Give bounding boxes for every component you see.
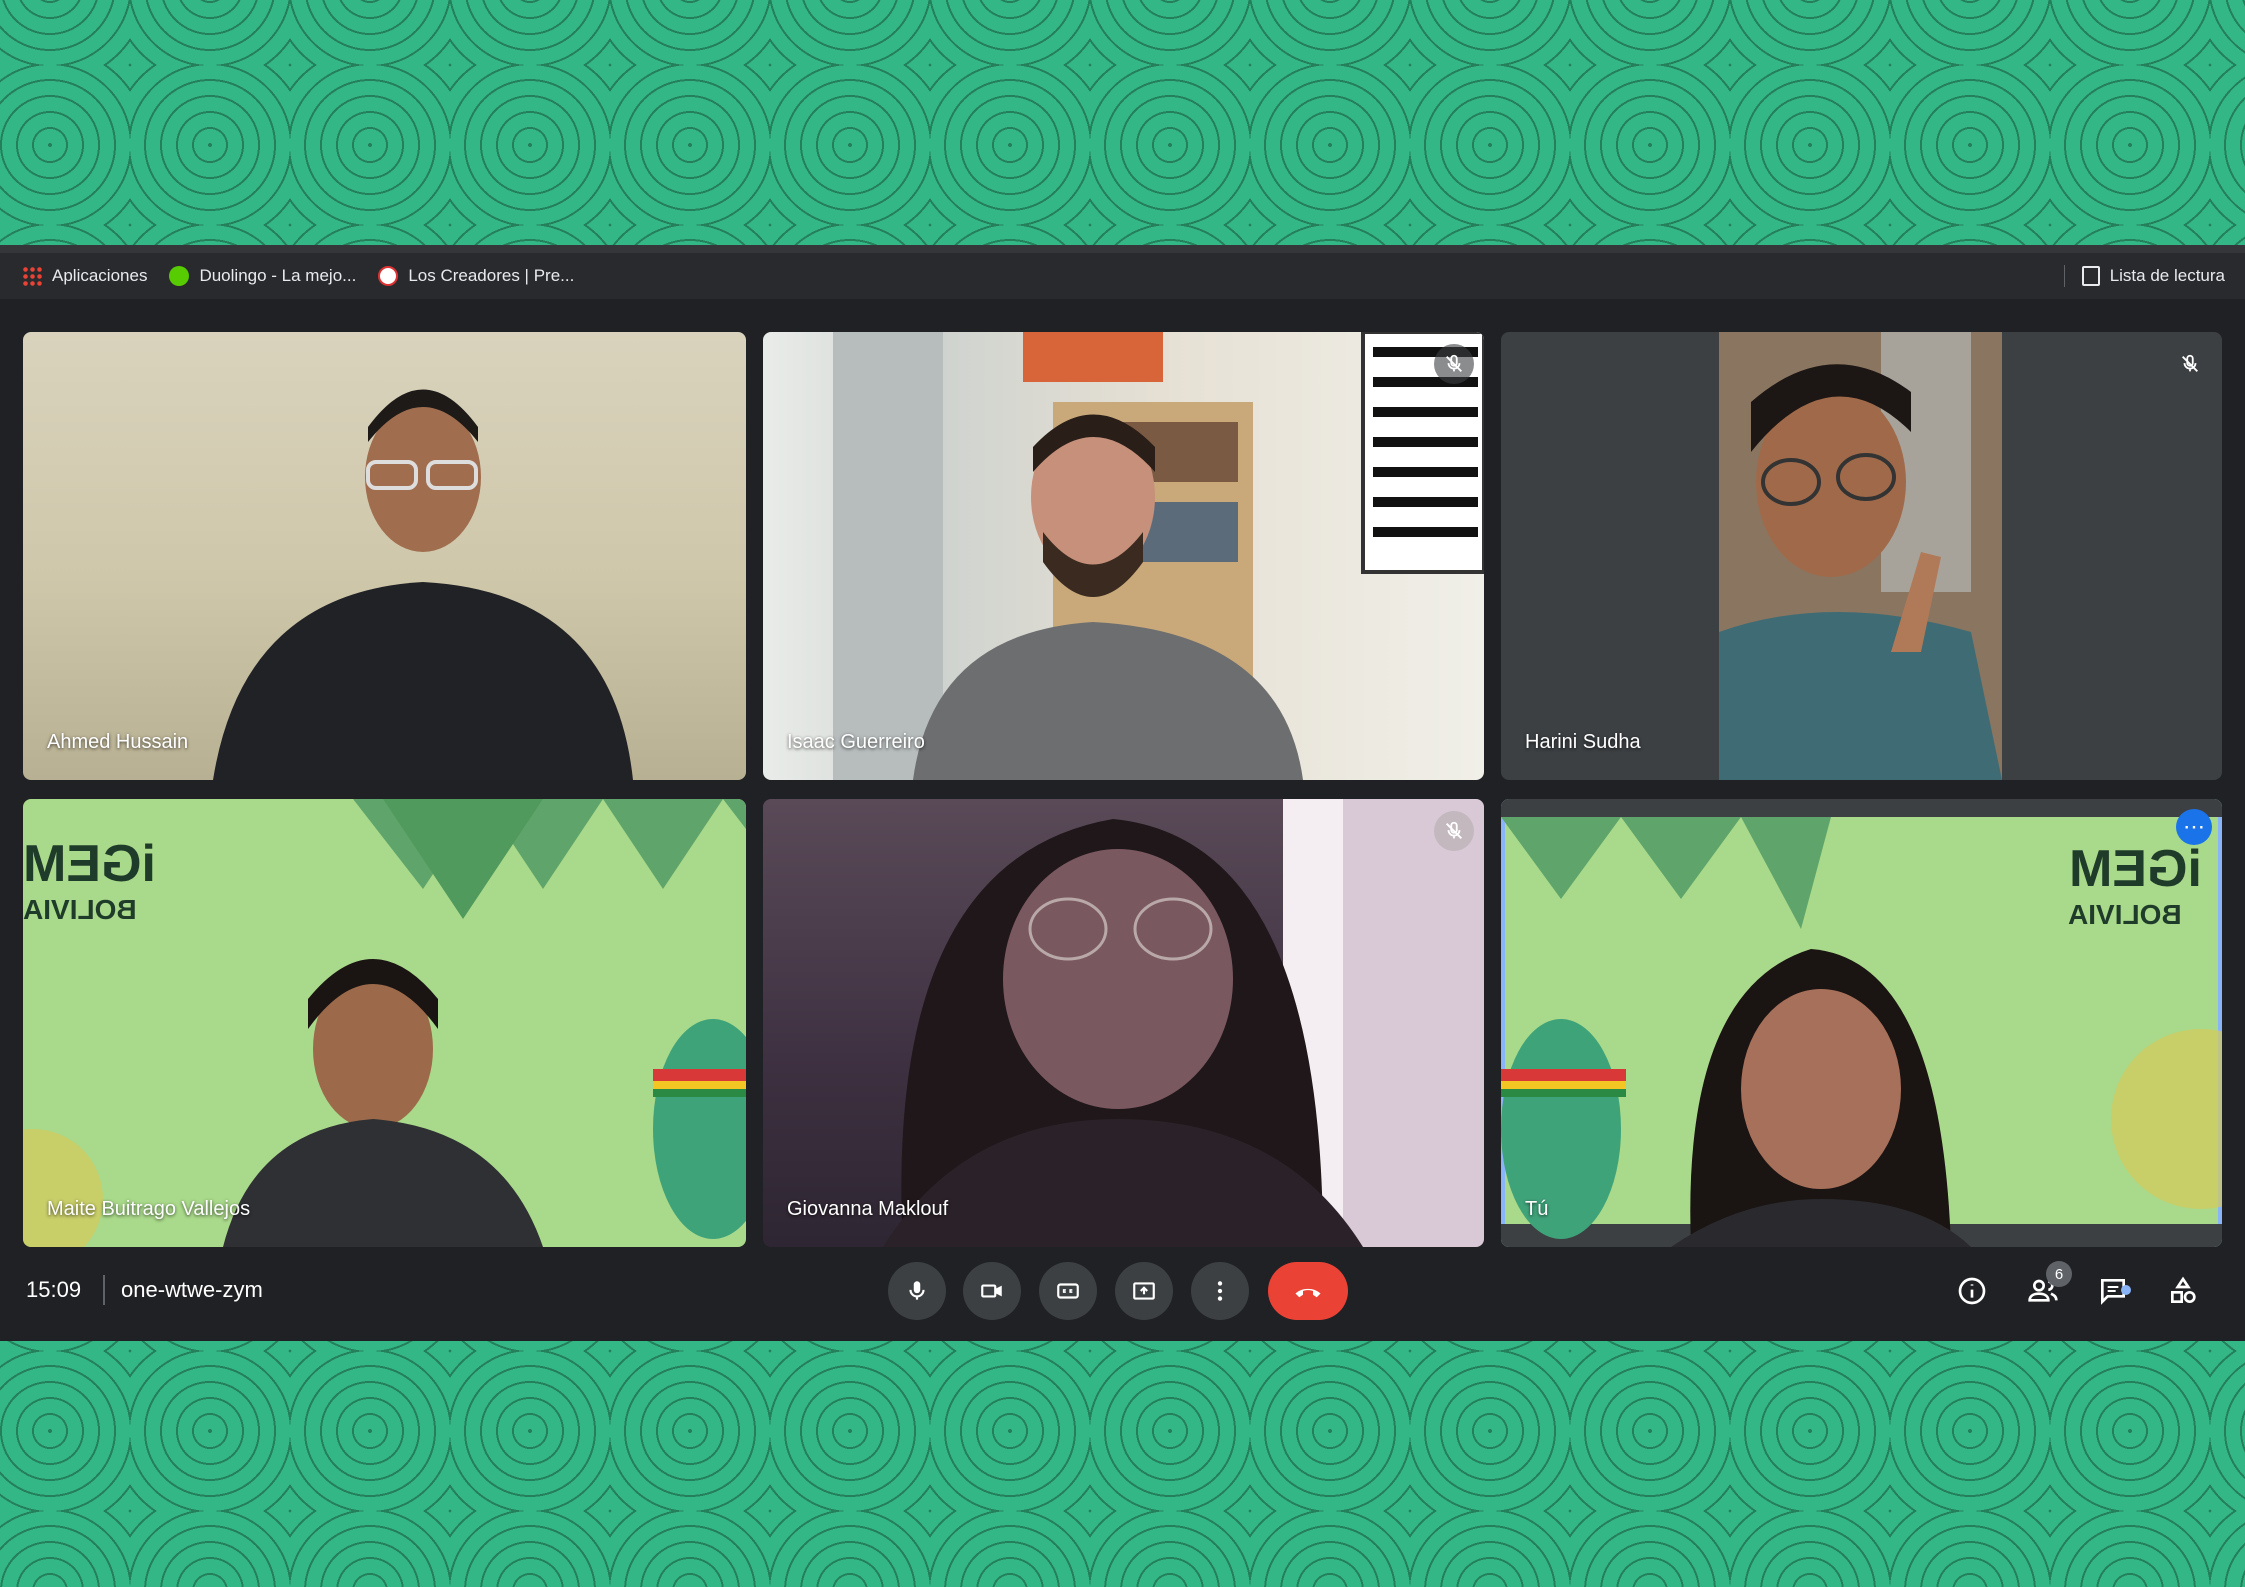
participant-tile[interactable]: Harini Sudha [1501,332,2222,780]
mascot-illustration [1501,1019,1626,1239]
bookmarks-divider [2064,265,2065,287]
creadores-icon [378,266,399,286]
mic-off-icon [1446,354,1462,372]
leave-call-button[interactable] [1268,1262,1348,1320]
time-code-divider [103,1275,105,1305]
more-vert-icon [1217,1281,1223,1301]
browser-window: Aplicaciones Duolingo - La mejo... Los C… [0,245,2245,1341]
mic-off-icon [1446,821,1462,839]
meeting-details-button[interactable] [1952,1271,1992,1311]
participant-tile[interactable]: iGEM BOLIVIA Maite Buitrago Vallejos [23,799,746,1247]
chat-unread-dot [2121,1285,2131,1295]
hang-up-icon [1295,1288,1321,1298]
present-screen-icon [1133,1282,1155,1300]
muted-indicator [1434,811,1474,851]
more-options-button[interactable] [1191,1262,1249,1320]
bookmarks-bar: Aplicaciones Duolingo - La mejo... Los C… [0,253,2245,299]
background-logo-line1: iGEM [23,835,156,893]
bookmark-label: Aplicaciones [52,266,148,285]
participant-video [213,389,633,780]
microphone-icon [909,1281,925,1300]
apps-grid-icon [22,266,42,286]
bookmark-apps[interactable]: Aplicaciones [22,266,147,286]
muted-indicator [1434,344,1474,384]
participant-video [883,799,1484,1247]
reading-list-icon [2081,266,2100,286]
meeting-control-bar: 15:09 one-wtwe-zym [0,1249,2245,1341]
participant-video [1719,332,2002,780]
decorative-top-band [0,0,2245,245]
background-logo-line2: BOLIVIA [2068,899,2182,930]
background-logo-line1: iGEM [2069,840,2202,898]
info-icon [1958,1277,1986,1305]
camera-button[interactable] [963,1262,1021,1320]
meeting-time: 15:09 [26,1277,82,1302]
bookmark-duolingo[interactable]: Duolingo - La mejo... [169,266,356,286]
address-bar-strip [0,245,2245,253]
activities-button[interactable] [2163,1271,2203,1311]
participants-count-badge: 6 [2046,1261,2072,1287]
reading-list-label: Lista de lectura [2109,266,2225,285]
camera-icon [981,1284,1002,1298]
muted-indicator [2170,344,2210,384]
participant-tile[interactable]: Isaac Guerreiro [763,332,1484,780]
bookmark-label: Los Creadores | Pre... [408,266,575,285]
participant-name: Giovanna Maklouf [787,1198,949,1220]
participant-name: Isaac Guerreiro [787,731,925,753]
participant-name: Harini Sudha [1525,731,1641,753]
duolingo-icon [169,266,190,286]
mascot-illustration [653,1019,746,1239]
participant-name: Maite Buitrago Vallejos [47,1198,251,1220]
bookmark-creadores[interactable]: Los Creadores | Pre... [378,266,574,286]
mic-off-icon [2182,354,2198,372]
participant-tile[interactable]: Ahmed Hussain [23,332,746,780]
participant-name: Ahmed Hussain [47,731,189,753]
activities-icon [2171,1276,2196,1303]
reading-list-button[interactable]: Lista de lectura [2081,266,2225,286]
more-options-bubble[interactable]: ⋯ [2176,809,2212,845]
participant-video [833,332,1484,780]
decorative-bottom-band [0,1341,2245,1587]
microphone-button[interactable] [888,1262,946,1320]
participant-tile[interactable]: Giovanna Maklouf [763,799,1484,1247]
self-view-tile[interactable]: iGEM BOLIVIA Tú ⋯ [1501,799,2222,1247]
captions-icon [1057,1283,1079,1299]
bookmark-label: Duolingo - La mejo... [199,266,357,285]
meeting-code: one-wtwe-zym [121,1277,263,1302]
captions-button[interactable] [1039,1262,1097,1320]
background-logo-line2: BOLIVIA [23,894,137,925]
present-screen-button[interactable] [1115,1262,1173,1320]
participant-name: Tú [1525,1198,1549,1220]
